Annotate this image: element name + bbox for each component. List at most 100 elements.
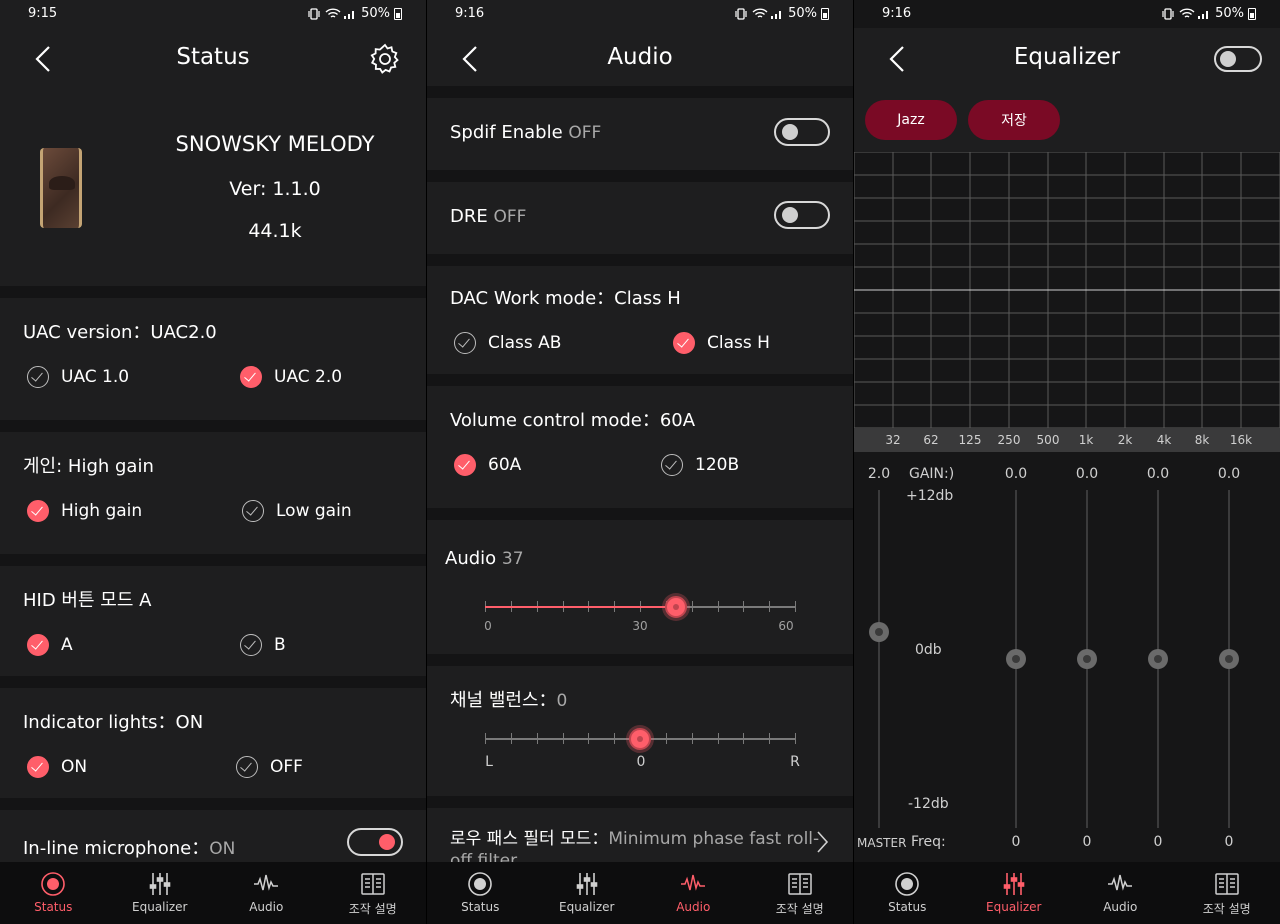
master-slider-track[interactable] (878, 490, 880, 828)
frequency-label: 62 (923, 433, 939, 447)
gear-icon[interactable] (368, 42, 402, 76)
system-status-bar: 9:16 50% (854, 0, 1280, 28)
gain-title: 게인: High gain (23, 456, 154, 477)
nav-status[interactable]: Status (427, 862, 534, 924)
eq-curve-grid (854, 152, 1280, 428)
check-icon (240, 634, 262, 656)
volume-mode-section: Volume control mode：60A 60A 120B (427, 386, 853, 508)
book-icon (1215, 873, 1239, 895)
device-name: SNOWSKY MELODY (175, 132, 375, 156)
uac-title: UAC version：UAC2.0 (23, 322, 217, 343)
nav-status[interactable]: Status (854, 862, 961, 924)
wifi-icon (1179, 7, 1195, 20)
check-icon (240, 366, 262, 388)
app-bar: Status (0, 28, 426, 90)
check-icon (673, 332, 695, 354)
gain-option-high[interactable]: High gain (27, 500, 142, 522)
volume-option-120b[interactable]: 120B (661, 454, 739, 476)
audio-level-thumb[interactable] (665, 596, 688, 618)
hid-title: HID 버튼 모드 A (23, 590, 152, 611)
frequency-label: 250 (997, 433, 1021, 447)
audio-level-value: 37 (501, 549, 524, 569)
waveform-icon (1108, 874, 1133, 891)
battery-icon (394, 7, 402, 20)
hid-option-a[interactable]: A (27, 634, 73, 656)
status-icon (468, 872, 493, 896)
dac-option-ab[interactable]: Class AB (454, 332, 561, 354)
clock: 9:16 (882, 6, 912, 21)
status-icon (895, 872, 920, 896)
nav-audio[interactable]: Audio (213, 862, 320, 924)
status-screen: 9:15 50% Status SNOWSKY MELODY Ver: 1.1.… (0, 0, 426, 924)
dac-section: DAC Work mode：Class H Class AB Class H (427, 266, 853, 374)
band-slider-thumb[interactable] (1148, 649, 1168, 669)
band-frequency-value: 0 (1224, 834, 1234, 850)
bottom-navigation: Status Equalizer Audio 조작 설명 (427, 862, 853, 924)
dac-option-h[interactable]: Class H (673, 332, 770, 354)
balance-value: 0 (556, 691, 568, 711)
spdif-toggle[interactable] (774, 118, 830, 146)
band-slider-thumb[interactable] (1006, 649, 1026, 669)
uac-option-2[interactable]: UAC 2.0 (240, 366, 342, 388)
audio-min-label: 0 (484, 619, 492, 633)
balance-thumb[interactable] (629, 728, 651, 750)
frequency-label: 8k (1194, 433, 1210, 447)
status-icon (41, 872, 66, 896)
equalizer-icon (149, 873, 171, 895)
hid-option-b[interactable]: B (240, 634, 286, 656)
frequency-label: 125 (958, 433, 982, 447)
band-gain-value: 0.0 (1146, 466, 1170, 482)
check-icon (27, 634, 49, 656)
nav-audio[interactable]: Audio (640, 862, 747, 924)
volume-mode-title: Volume control mode：60A (450, 410, 696, 431)
indicator-option-off[interactable]: OFF (236, 756, 303, 778)
band-frequency-value: 0 (1153, 834, 1163, 850)
balance-left-label: L (485, 754, 493, 770)
waveform-icon (681, 874, 706, 891)
master-slider-thumb[interactable] (869, 621, 889, 642)
indicator-option-on[interactable]: ON (27, 756, 87, 778)
audio-level-label: Audio (445, 548, 502, 569)
nav-equalizer[interactable]: Equalizer (534, 862, 641, 924)
preset-jazz-button[interactable]: Jazz (865, 100, 957, 140)
device-image (40, 148, 82, 228)
uac-section: UAC version：UAC2.0 UAC 1.0 UAC 2.0 (0, 298, 426, 420)
volume-option-60a[interactable]: 60A (454, 454, 521, 476)
audio-screen: 9:16 50% Audio Spdif Enable OFF DRE OFF … (427, 0, 853, 924)
lpf-label: 로우 패스 필터 모드： (450, 829, 609, 849)
frequency-axis: 32 62 125 250 500 1k 2k 4k 8k 16k (854, 428, 1280, 452)
frequency-label: 16k (1229, 433, 1253, 447)
mic-toggle[interactable] (347, 828, 403, 856)
check-icon (27, 756, 49, 778)
band-slider-thumb[interactable] (1219, 649, 1239, 669)
save-preset-button[interactable]: 저장 (968, 100, 1060, 140)
mic-section: In-line microphone：ON (0, 810, 426, 866)
balance-label: 채널 밸런스： (450, 690, 557, 711)
band-slider-thumb[interactable] (1077, 649, 1097, 669)
waveform-icon (254, 874, 279, 891)
equalizer-icon (1003, 873, 1025, 895)
band-gain-value: 0.0 (1075, 466, 1099, 482)
nav-equalizer[interactable]: Equalizer (961, 862, 1068, 924)
lpf-section[interactable]: 로우 패스 필터 모드：Minimum phase fast roll-off … (427, 808, 853, 866)
gain-min-label: -12db (908, 796, 949, 812)
dre-toggle[interactable] (774, 201, 830, 229)
equalizer-toggle[interactable] (1214, 46, 1262, 72)
balance-section: 채널 밸런스：0 L 0 R (427, 666, 853, 796)
master-label: MASTER (857, 836, 907, 850)
equalizer-screen: 9:16 50% Equalizer Jazz 저장 32 62 125 250 500… (854, 0, 1280, 924)
nav-status[interactable]: Status (0, 862, 107, 924)
spdif-section: Spdif Enable OFF (427, 98, 853, 170)
signal-icon (770, 8, 784, 20)
vibrate-icon (307, 7, 321, 20)
book-icon (788, 873, 812, 895)
nav-manual[interactable]: 조작 설명 (747, 862, 854, 924)
uac-option-1[interactable]: UAC 1.0 (27, 366, 129, 388)
gain-option-low[interactable]: Low gain (242, 500, 352, 522)
nav-manual[interactable]: 조작 설명 (320, 862, 427, 924)
dre-label: DRE (450, 206, 494, 227)
nav-equalizer[interactable]: Equalizer (107, 862, 214, 924)
spdif-value: OFF (568, 123, 602, 143)
nav-manual[interactable]: 조작 설명 (1174, 862, 1280, 924)
nav-audio[interactable]: Audio (1067, 862, 1174, 924)
